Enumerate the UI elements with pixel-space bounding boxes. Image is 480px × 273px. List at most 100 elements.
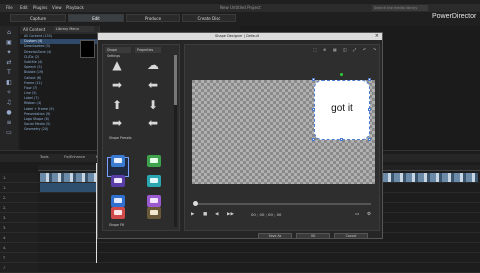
title-room-icon[interactable]: T xyxy=(5,70,13,76)
preset-swatch xyxy=(150,158,158,163)
particle-room-icon[interactable]: ✧ xyxy=(5,90,13,96)
shape-preset[interactable] xyxy=(147,195,161,207)
select-tool-icon[interactable]: ⬚ xyxy=(313,47,317,53)
chapter-room-icon[interactable]: ≡ xyxy=(5,120,13,126)
menu-view[interactable]: View xyxy=(52,5,62,10)
subtitle-room-icon[interactable]: ▭ xyxy=(5,130,13,136)
bubble-text[interactable]: got it xyxy=(315,103,369,114)
shape-preset[interactable] xyxy=(111,155,125,167)
triangle-icon[interactable]: ▲ xyxy=(107,57,127,73)
tab-shape-settings[interactable]: Shape Settings xyxy=(105,47,131,58)
grid-tool-icon[interactable]: ▦ xyxy=(333,47,337,53)
fix-enhance-button[interactable]: Fix/Enhance xyxy=(64,155,85,159)
fx-room-icon[interactable]: ✦ xyxy=(5,50,13,56)
resize-handle[interactable] xyxy=(368,138,371,141)
import-icon[interactable]: ⌂ xyxy=(5,30,13,36)
shape-fill-header[interactable]: Shape Fill xyxy=(105,222,175,228)
voice-room-icon[interactable]: ● xyxy=(5,110,13,116)
track-header[interactable]: 4. xyxy=(0,233,38,243)
cancel-button[interactable]: Cancel xyxy=(334,233,368,239)
next-frame-button[interactable]: ▶▶ xyxy=(227,211,234,219)
zoom-tool-icon[interactable]: ⊕ xyxy=(323,47,326,53)
tab-create-disc[interactable]: Create Disc xyxy=(182,14,236,22)
preset-swatch xyxy=(114,198,122,203)
scrub-knob[interactable] xyxy=(193,201,198,206)
track-header[interactable]: 3. xyxy=(0,223,38,233)
speech-bubble-object[interactable]: got it xyxy=(314,80,370,140)
powerdirector-window: File Edit Plugins View Playback New Unti… xyxy=(0,0,480,273)
resize-handle[interactable] xyxy=(312,108,315,111)
resize-handle[interactable] xyxy=(368,78,371,81)
arrow-left-icon[interactable]: ⬅ xyxy=(143,115,163,131)
audio-room-icon[interactable]: ♫ xyxy=(5,100,13,106)
media-thumbnail[interactable] xyxy=(80,40,95,58)
track-header[interactable]: 2. xyxy=(0,203,38,213)
tab-edit[interactable]: Edit xyxy=(68,14,124,22)
shape-preset[interactable] xyxy=(147,207,161,219)
menu-plugins[interactable]: Plugins xyxy=(33,5,47,10)
menu-file[interactable]: File xyxy=(6,5,13,10)
fullscreen-icon[interactable]: ▭ xyxy=(355,211,359,219)
scrollbar-thumb[interactable] xyxy=(174,55,177,105)
timecode: 00 ; 00 ; 00 ; 00 xyxy=(251,212,282,217)
tab-capture[interactable]: Capture xyxy=(10,14,66,22)
redo-icon[interactable]: ↷ xyxy=(373,47,376,53)
tab-produce[interactable]: Produce xyxy=(126,14,180,22)
arrow-down-icon[interactable]: ⬇ xyxy=(143,97,163,113)
track-header[interactable]: 4. xyxy=(0,243,38,253)
video-clip[interactable] xyxy=(382,173,478,182)
video-clip[interactable] xyxy=(40,173,96,182)
tab-properties[interactable]: Properties xyxy=(135,47,161,53)
preset-swatch xyxy=(150,210,158,215)
track-header[interactable]: T xyxy=(0,253,38,263)
track-row[interactable] xyxy=(38,253,480,263)
shape-preset[interactable] xyxy=(111,175,125,187)
track-row[interactable] xyxy=(38,263,480,273)
preset-swatch xyxy=(114,178,122,183)
rotate-handle[interactable] xyxy=(340,73,343,76)
shape-preset[interactable] xyxy=(111,207,125,219)
track-header[interactable]: 1. xyxy=(0,183,38,193)
shape-preset[interactable] xyxy=(147,155,161,167)
play-button[interactable]: ▶ xyxy=(191,211,194,219)
settings-icon[interactable]: ⚙ xyxy=(367,211,371,219)
menu-edit[interactable]: Edit xyxy=(20,5,28,10)
shape-preset[interactable] xyxy=(147,175,161,187)
fit-icon[interactable]: ⤢ xyxy=(353,47,356,53)
media-room-icon[interactable]: ▣ xyxy=(5,40,13,46)
arrow-up-icon[interactable]: ⬆ xyxy=(107,97,127,113)
menu-playback[interactable]: Playback xyxy=(66,5,84,10)
track-header[interactable]: 3. xyxy=(0,213,38,223)
scrub-bar[interactable] xyxy=(193,201,371,206)
tools-button[interactable]: Tools xyxy=(40,155,49,159)
save-as-button[interactable]: Save As xyxy=(258,233,292,239)
arrow-right-icon[interactable]: ➡ xyxy=(107,77,127,93)
mode-tabs: Capture Edit Produce Create Disc xyxy=(10,14,236,22)
audio-clip[interactable] xyxy=(40,183,96,192)
prev-frame-button[interactable]: ◀ xyxy=(215,211,218,219)
safe-zone-icon[interactable]: ◫ xyxy=(343,47,347,53)
shape-presets-header[interactable]: Shape Presets xyxy=(105,135,175,141)
ok-button[interactable]: OK xyxy=(296,233,330,239)
resize-handle[interactable] xyxy=(312,138,315,141)
library-menu-tab[interactable]: Library Menu xyxy=(54,26,94,32)
resize-handle[interactable] xyxy=(312,78,315,81)
stop-button[interactable]: ■ xyxy=(203,211,207,219)
transition-room-icon[interactable]: ⇄ xyxy=(5,60,13,66)
track-header[interactable]: 1. xyxy=(0,173,38,183)
arrow-left-icon[interactable]: ⬅ xyxy=(143,77,163,93)
resize-handle[interactable] xyxy=(368,108,371,111)
close-icon[interactable]: × xyxy=(375,33,379,40)
pip-room-icon[interactable]: ◧ xyxy=(5,80,13,86)
resize-handle[interactable] xyxy=(340,138,343,141)
track-header[interactable]: ♪ xyxy=(0,263,38,273)
arrow-right-icon[interactable]: ➡ xyxy=(107,115,127,131)
track-row[interactable] xyxy=(38,243,480,253)
search-input[interactable]: Search the media library xyxy=(372,5,428,11)
panel-scrollbar[interactable] xyxy=(174,55,177,227)
shape-preset[interactable] xyxy=(111,195,125,207)
undo-icon[interactable]: ↶ xyxy=(363,47,366,53)
cloud-icon[interactable]: ☁ xyxy=(143,57,163,73)
library-item[interactable]: Geometry (20) xyxy=(20,127,99,132)
track-header[interactable]: 2. xyxy=(0,193,38,203)
